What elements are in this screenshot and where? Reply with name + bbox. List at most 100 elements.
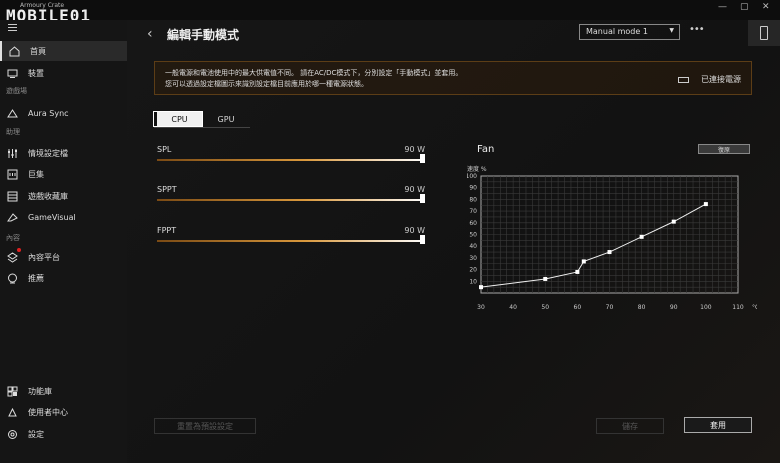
tabs-divider (154, 127, 250, 128)
sidebar-item-label: 巨集 (28, 169, 44, 179)
mode-select[interactable]: Manual mode 1 ▼ (579, 24, 680, 40)
save-button[interactable]: 儲存 (596, 418, 664, 434)
y-tick-label: 100 (467, 173, 477, 180)
sidebar-item-macro[interactable]: 巨集 (0, 164, 127, 184)
sidebar-item-label: 使用者中心 (28, 407, 68, 417)
slider-handle[interactable] (420, 235, 425, 244)
sidebar-item-label: Aura Sync (28, 108, 69, 118)
gear-icon (6, 428, 18, 440)
sidebar-item-label: 遊戲收藏庫 (28, 191, 68, 201)
sidebar-item-user-center[interactable]: 使用者中心 (0, 402, 127, 422)
sidebar-item-home[interactable]: 首頁 (0, 41, 127, 61)
sidebar-item-label: 裝置 (28, 68, 44, 78)
main-panel: ‹ 編輯手動模式 Manual mode 1 ▼ ••• 一般電源和電池使用中的… (127, 20, 780, 463)
y-tick-label: 80 (469, 196, 477, 203)
slider-value: 90 W (404, 145, 425, 154)
y-tick-label: 10 (469, 278, 477, 285)
x-tick-label: 110 (732, 304, 744, 311)
library-icon (6, 190, 18, 202)
power-plug-icon (678, 76, 689, 83)
power-status-label: 已連接電源 (701, 75, 741, 84)
processor-tabs: CPU GPU (153, 111, 250, 127)
back-arrow-icon[interactable]: ‹ (147, 26, 153, 42)
x-tick-label: 60 (574, 304, 582, 311)
maximize-icon[interactable]: ▢ (740, 2, 749, 12)
phone-icon (760, 26, 768, 40)
x-tick-label: 40 (509, 304, 517, 311)
slider-handle[interactable] (420, 154, 425, 163)
slider-track[interactable] (157, 240, 425, 242)
y-axis-label: 速度 % (467, 165, 487, 173)
x-tick-label: 30 (477, 304, 485, 311)
fan-curve-point[interactable] (581, 259, 586, 264)
notice-line-2: 您可以透過設定檔圖示來識別設定檔目前應用於哪一種電源狀態。 (165, 80, 368, 88)
sidebar-section-assistant: 助理 (6, 128, 20, 136)
title-bar: Armoury Crate MOBILE01 — ▢ ✕ (0, 0, 780, 25)
apply-button[interactable]: 套用 (684, 417, 752, 433)
macro-icon (6, 168, 18, 180)
sidebar-item-scenario-profiles[interactable]: 情境設定檔 (0, 143, 127, 163)
tab-gpu[interactable]: GPU (202, 112, 250, 126)
tab-cpu[interactable]: CPU (153, 111, 203, 127)
sidebar-item-label: 情境設定檔 (28, 148, 68, 158)
slider-track[interactable] (157, 199, 425, 201)
y-tick-label: 20 (469, 267, 477, 274)
sidebar-item-label: 功能庫 (28, 386, 52, 396)
sidebar-section-game: 遊戲場 (6, 87, 27, 95)
x-tick-label: 80 (638, 304, 646, 311)
slider-value: 90 W (404, 185, 425, 194)
fan-curve-point[interactable] (607, 250, 612, 255)
y-tick-label: 40 (469, 243, 477, 250)
slider-handle[interactable] (420, 194, 425, 203)
fan-curve-point[interactable] (543, 276, 548, 281)
x-axis-label: °C (752, 304, 757, 311)
sidebar-item-label: GameVisual (28, 212, 76, 222)
fan-curve-chart[interactable]: 速度 % 10 20 30 40 50 60 70 80 90 100 30 40 50 60 70 80 90 1… (467, 162, 757, 342)
fan-curve-point[interactable] (575, 269, 580, 274)
recommend-icon (6, 272, 18, 284)
sidebar-item-feature-library[interactable]: 功能庫 (0, 381, 127, 401)
sidebar-item-device[interactable]: 裝置 (0, 63, 127, 83)
reset-default-button[interactable]: 重置為預設設定 (154, 418, 256, 434)
sidebar-item-label: 設定 (28, 429, 44, 439)
sidebar-item-label: 內容平台 (28, 252, 60, 262)
device-toggle[interactable] (748, 20, 780, 46)
fan-title: Fan (477, 144, 495, 155)
fan-curve-point[interactable] (639, 234, 644, 239)
fan-reset-button[interactable]: 復原 (698, 144, 750, 154)
sidebar-item-label: 推薦 (28, 273, 44, 283)
y-tick-label: 50 (469, 232, 477, 239)
power-notice: 一般電源和電池使用中的最大供電值不同。 請在AC/DC模式下，分別設定「手動模式… (154, 61, 752, 95)
slider-label: SPPT (157, 185, 177, 194)
sliders-icon (6, 147, 18, 159)
gamevisual-icon (6, 211, 18, 223)
page-title: 編輯手動模式 (167, 28, 240, 42)
fan-curve-point[interactable] (671, 219, 676, 224)
user-center-icon (6, 406, 18, 418)
sidebar-item-label: 首頁 (30, 46, 46, 56)
content-icon (6, 248, 21, 263)
sidebar-item-game-library[interactable]: 遊戲收藏庫 (0, 186, 127, 206)
more-options-icon[interactable]: ••• (689, 24, 705, 35)
menu-icon[interactable] (8, 24, 17, 31)
device-icon (6, 67, 18, 79)
power-status: 已連接電源 (678, 74, 741, 85)
aura-icon (6, 107, 18, 119)
slider-label: SPL (157, 145, 172, 154)
fan-curve-point[interactable] (703, 202, 708, 207)
x-tick-label: 100 (700, 304, 712, 311)
fan-curve-point[interactable] (479, 285, 483, 290)
x-tick-label: 70 (606, 304, 614, 311)
sidebar-item-recommend[interactable]: 推薦 (0, 268, 127, 288)
x-tick-label: 50 (541, 304, 549, 311)
sidebar-item-content-platform[interactable]: 內容平台 (0, 247, 127, 267)
slider-track[interactable] (157, 159, 425, 161)
sidebar-item-aura-sync[interactable]: Aura Sync (0, 103, 127, 123)
sidebar-item-settings[interactable]: 設定 (0, 424, 127, 444)
fan-curve-line (480, 203, 707, 288)
slider-label: FPPT (157, 226, 177, 235)
sidebar-item-gamevisual[interactable]: GameVisual (0, 207, 127, 227)
close-icon[interactable]: ✕ (762, 2, 770, 12)
slider-value: 90 W (404, 226, 425, 235)
minimize-icon[interactable]: — (718, 2, 727, 12)
